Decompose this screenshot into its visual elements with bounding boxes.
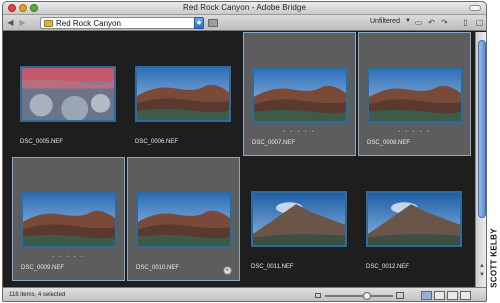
bridge-window: Red Rock Canyon - Adobe Bridge ◀ ▶ Red R…: [2, 1, 487, 302]
slider-handle[interactable]: [363, 292, 371, 300]
thumbnail-filename: DSC_0008.NEF: [367, 140, 411, 146]
toolbar: ◀ ▶ Red Rock Canyon ◆ Unfiltered ▼ ▭ ↶ ↷…: [3, 15, 486, 31]
thumbnail-image[interactable]: [20, 66, 116, 122]
thumbnail-filename: DSC_0005.NEF: [20, 139, 64, 145]
scrollbar-thumb[interactable]: [478, 40, 486, 218]
thumbnail-image[interactable]: [367, 67, 463, 123]
forward-arrow-icon[interactable]: ▶: [17, 18, 28, 28]
filter-menu[interactable]: Unfiltered: [370, 18, 400, 25]
thumbnail-image[interactable]: [21, 192, 117, 248]
thumbnail-filename: DSC_0007.NEF: [252, 140, 296, 146]
thumbnail-filename: DSC_0006.NEF: [135, 139, 179, 145]
thumbnail-image[interactable]: [366, 191, 462, 247]
thumbnail-cell[interactable]: DSC_0005.NEF: [12, 32, 125, 156]
large-thumbnail-icon[interactable]: [396, 292, 404, 299]
title-bar: Red Rock Canyon - Adobe Bridge: [3, 2, 486, 15]
thumbnail-cell[interactable]: DSC_0011.NEF: [243, 157, 356, 281]
rotate-left-icon[interactable]: ↶: [427, 18, 436, 27]
scroll-down-icon[interactable]: ▼: [478, 272, 486, 279]
toolbar-toggle-button[interactable]: [469, 5, 481, 11]
thumbnail-grid: DSC_0005.NEF DSC_0006.NEF • • • • • DSC_…: [3, 32, 475, 287]
thumbnail-filename: DSC_0010.NEF: [136, 265, 180, 271]
window-title: Red Rock Canyon - Adobe Bridge: [182, 3, 307, 12]
thumbnail-image[interactable]: [252, 67, 348, 123]
rating-stars[interactable]: • • • • •: [244, 129, 355, 135]
path-bar[interactable]: Red Rock Canyon ◆: [40, 17, 204, 29]
thumbnail-image[interactable]: [135, 66, 231, 122]
trash-icon[interactable]: ▯: [461, 18, 470, 27]
reveal-folder-icon[interactable]: [208, 19, 218, 27]
thumbnail-cell[interactable]: DSC_0006.NEF: [127, 32, 240, 156]
thumbnail-image[interactable]: [251, 191, 347, 247]
open-recent-icon[interactable]: ▢: [475, 18, 484, 27]
chevron-down-icon[interactable]: ▼: [405, 18, 411, 24]
open-in-camera-raw-icon[interactable]: ◐: [223, 266, 232, 275]
thumbnail-filename: DSC_0012.NEF: [366, 264, 410, 270]
status-bar: 118 items, 4 selected: [3, 287, 486, 301]
thumbnail-cell[interactable]: • • • • • DSC_0008.NEF: [358, 32, 471, 156]
list-view-icon[interactable]: [447, 291, 458, 300]
thumbnail-size-slider[interactable]: [325, 295, 393, 297]
filmstrip-view-icon[interactable]: [460, 291, 471, 300]
thumbnail-cell[interactable]: DSC_0012.NEF: [358, 157, 471, 281]
rating-stars[interactable]: • • • • •: [359, 129, 470, 135]
thumbnail-cell[interactable]: DSC_0010.NEF ◐: [127, 157, 240, 281]
thumbnail-cell[interactable]: • • • • • DSC_0009.NEF: [12, 157, 125, 281]
rotate-right-icon[interactable]: ↷: [440, 18, 449, 27]
folder-icon: [44, 20, 53, 27]
small-thumbnail-icon[interactable]: [315, 293, 321, 298]
watermark: SCOTT KELBY: [488, 216, 500, 300]
path-dropdown-button[interactable]: ◆: [194, 17, 204, 29]
details-view-icon[interactable]: [434, 291, 445, 300]
watermark-text: SCOTT KELBY: [489, 228, 499, 288]
scroll-up-icon[interactable]: ▲: [478, 263, 486, 270]
vertical-scrollbar[interactable]: ▲ ▼: [475, 32, 486, 287]
path-label: Red Rock Canyon: [56, 19, 121, 28]
back-arrow-icon[interactable]: ◀: [5, 18, 16, 28]
thumbnail-cell[interactable]: • • • • • DSC_0007.NEF: [243, 32, 356, 156]
thumbnail-filename: DSC_0009.NEF: [21, 265, 65, 271]
rating-stars[interactable]: • • • • •: [13, 254, 124, 260]
thumbnail-image[interactable]: [136, 192, 232, 248]
status-text: 118 items, 4 selected: [9, 292, 66, 298]
grid-view-icon[interactable]: [421, 291, 432, 300]
thumbnail-filename: DSC_0011.NEF: [251, 264, 294, 270]
new-folder-icon[interactable]: ▭: [414, 18, 423, 27]
